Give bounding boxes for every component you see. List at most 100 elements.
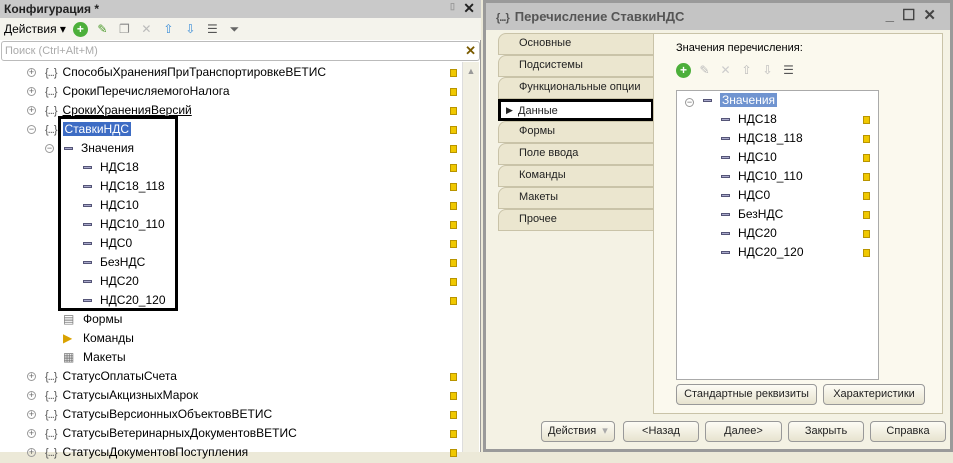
tree-item[interactable]: {...} СтатусОплатыСчета: [45, 367, 177, 386]
support-icon: [863, 116, 870, 124]
tree-item[interactable]: НДС10_110: [721, 167, 803, 186]
add-icon[interactable]: +: [72, 21, 88, 37]
tree-item[interactable]: НДС0: [721, 186, 770, 205]
standard-attributes-button[interactable]: Стандартные реквизиты: [676, 384, 817, 405]
delete-icon[interactable]: ✕: [718, 63, 733, 78]
values-list: − Значения НДС18 НДС18_118 НДС10 НДС10_110 НДС…: [676, 90, 879, 380]
tree-item[interactable]: НДС20: [721, 224, 777, 243]
pin-icon[interactable]: ▯: [450, 1, 455, 12]
support-icon: [450, 202, 457, 210]
tree-item[interactable]: {...} СрокиПеречисляемогоНалога: [45, 82, 230, 101]
list-label: Значения перечисления:: [676, 42, 803, 54]
collapse-icon[interactable]: −: [27, 125, 36, 134]
tree-item[interactable]: НДС10: [721, 148, 777, 167]
enum-icon: {...}: [45, 86, 57, 98]
help-button[interactable]: Справка: [870, 421, 946, 442]
tree-item[interactable]: {...} СтатусыВетеринарныхДокументовВЕТИС: [45, 424, 297, 443]
value-icon: [721, 175, 730, 179]
dialog-title: {...} Перечисление СтавкиНДС _☐✕: [486, 3, 950, 30]
sort-icon[interactable]: ☰: [781, 63, 796, 78]
value-icon: [721, 251, 730, 255]
enum-icon: {...}: [45, 428, 57, 440]
list-toolbar: + ✎ ✕ ⇧ ⇩ ☰: [676, 63, 796, 78]
close-button[interactable]: Закрыть: [788, 421, 864, 442]
support-icon: [450, 221, 457, 229]
back-button[interactable]: <Назад: [623, 421, 699, 442]
move-up-icon[interactable]: ⇧: [739, 63, 754, 78]
value-icon: [721, 137, 730, 141]
tree-item[interactable]: {...} СтатусыАкцизныхМарок: [45, 386, 198, 405]
tree-item[interactable]: {...} СтатусыВерсионныхОбъектовВЕТИС: [45, 405, 272, 424]
value-icon: [721, 232, 730, 236]
move-down-icon[interactable]: ⇩: [760, 63, 775, 78]
expand-icon[interactable]: +: [27, 391, 36, 400]
tab-0[interactable]: Основные: [498, 33, 654, 55]
tree-item[interactable]: НДС18_118: [721, 129, 803, 148]
expand-icon[interactable]: +: [27, 106, 36, 115]
value-icon: [721, 194, 730, 198]
tab-8[interactable]: Прочее: [498, 209, 654, 231]
tree-item[interactable]: НДС18: [721, 110, 777, 129]
support-icon: [450, 183, 457, 191]
edit-icon[interactable]: ✎: [95, 22, 110, 37]
support-icon: [450, 88, 457, 96]
collapse-icon[interactable]: −: [685, 98, 694, 107]
tab-5[interactable]: Поле ввода: [498, 143, 654, 165]
tree-item[interactable]: НДС20_120: [721, 243, 804, 262]
tab-1[interactable]: Подсистемы: [498, 55, 654, 77]
forms-icon: ▤: [63, 312, 75, 326]
tab-7[interactable]: Макеты: [498, 187, 654, 209]
tab-3[interactable]: ▶ Данные: [498, 99, 654, 121]
value-icon: [703, 99, 712, 103]
tree-item[interactable]: {...} СпособыХраненияПриТранспортировкеВЕ…: [45, 63, 326, 82]
tree-item[interactable]: ▤ Формы: [63, 310, 122, 329]
characteristics-button[interactable]: Характеристики: [823, 384, 925, 405]
copy-icon[interactable]: ❐: [117, 22, 132, 37]
current-tab-arrow-icon: ▶: [506, 105, 513, 115]
support-icon: [863, 135, 870, 143]
expand-icon[interactable]: +: [27, 372, 36, 381]
enum-icon: {...}: [45, 409, 57, 421]
support-icon: [863, 154, 870, 162]
collapse-icon[interactable]: −: [45, 144, 54, 153]
close-icon[interactable]: ✕: [923, 7, 944, 24]
actions-menu[interactable]: Действия ▾: [4, 22, 66, 36]
tab-6[interactable]: Команды: [498, 165, 654, 187]
search-input[interactable]: Поиск (Ctrl+Alt+M) ✕: [1, 41, 480, 61]
tab-2[interactable]: Функциональные опции: [498, 77, 654, 99]
edit-icon[interactable]: ✎: [697, 63, 712, 78]
filter-icon[interactable]: ⏷: [227, 22, 242, 37]
support-icon: [450, 145, 457, 153]
next-button[interactable]: Далее>: [705, 421, 782, 442]
expand-icon[interactable]: +: [27, 87, 36, 96]
minimize-icon[interactable]: _: [886, 7, 902, 24]
toolbar: Действия ▾ + ✎ ❐ ✕ ⇧ ⇩ ☰ ⏷: [0, 18, 481, 40]
tree-item[interactable]: ▶ Команды: [63, 329, 134, 348]
delete-icon[interactable]: ✕: [139, 22, 154, 37]
support-icon: [450, 449, 457, 457]
maximize-icon[interactable]: ☐: [902, 7, 923, 24]
support-icon: [450, 69, 457, 77]
close-icon[interactable]: ✕: [463, 0, 475, 17]
tree-item[interactable]: {...} СтатусыДокументовПоступления: [45, 443, 248, 462]
value-icon: [721, 118, 730, 122]
support-icon: [450, 278, 457, 286]
expand-icon[interactable]: +: [27, 410, 36, 419]
clear-search-icon[interactable]: ✕: [465, 43, 476, 59]
tree-item[interactable]: БезНДС: [721, 205, 783, 224]
expand-icon[interactable]: +: [27, 448, 36, 457]
support-icon: [863, 211, 870, 219]
expand-icon[interactable]: +: [27, 429, 36, 438]
add-icon[interactable]: +: [676, 63, 691, 78]
tree-item[interactable]: ▦ Макеты: [63, 348, 126, 367]
configuration-panel: Конфигурация * ▯ ✕ Действия ▾ + ✎ ❐ ✕ ⇧ ⇩ …: [0, 0, 481, 459]
move-up-icon[interactable]: ⇧: [161, 22, 176, 37]
move-down-icon[interactable]: ⇩: [183, 22, 198, 37]
expand-icon[interactable]: +: [27, 68, 36, 77]
scrollbar[interactable]: ▲: [462, 62, 479, 452]
sort-icon[interactable]: ☰: [205, 22, 220, 37]
actions-dropdown[interactable]: Действия ▾: [541, 421, 615, 442]
tab-4[interactable]: Формы: [498, 121, 654, 143]
tree-item[interactable]: Значения: [703, 91, 778, 110]
enum-icon: {...}: [45, 124, 57, 136]
